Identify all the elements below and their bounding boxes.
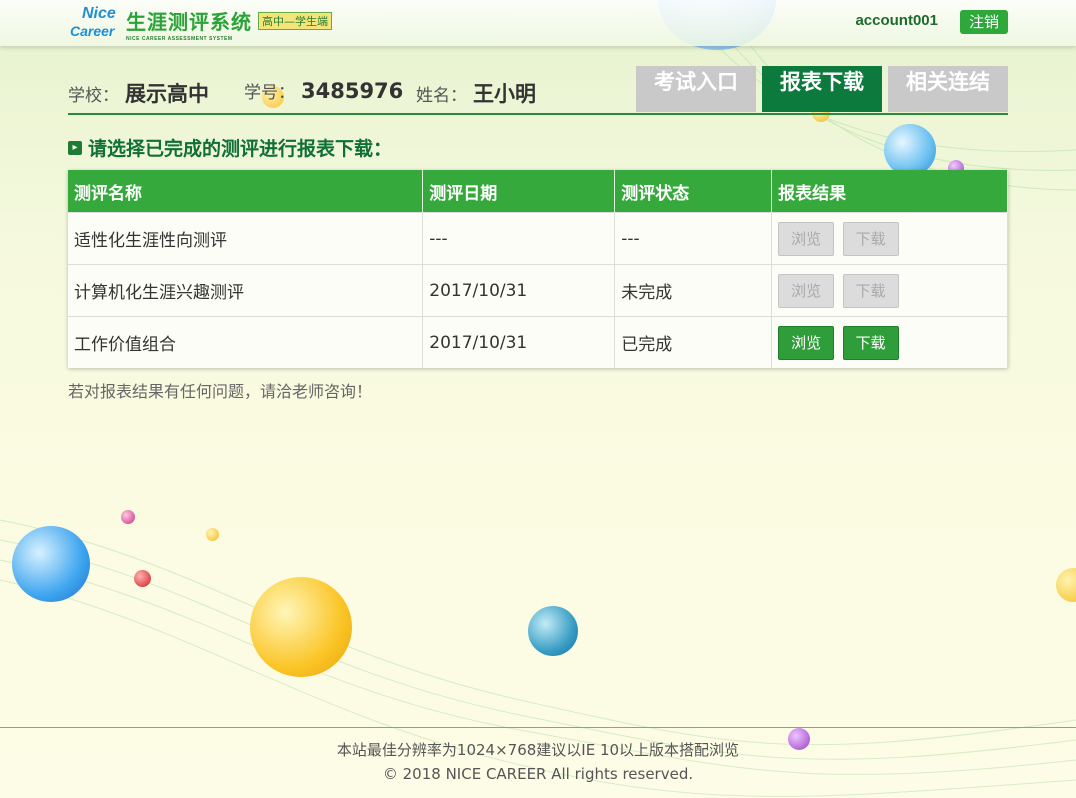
top-header: Nice Career 生涯测评系统 高中—学生端 NICE CAREER AS… [0,0,1076,46]
nav-tabs: 考试入口 报表下载 相关连结 [636,66,1008,112]
student-id-info: 学号： 3485976 [244,78,403,103]
report-actions: 浏览 下载 [771,264,1008,317]
logo-title: 生涯测评系统 [126,10,252,34]
column-header-date: 测评日期 [422,170,616,213]
ball-edge-yellow [1056,568,1076,602]
page-footer: 本站最佳分辨率为1024×768建议以IE 10以上版本搭配浏览 © 2018 … [0,727,1076,798]
assessment-name: 计算机化生涯兴趣测评 [68,264,424,317]
student-info-bar: 学校： 展示高中 学号： 3485976 姓名： 王小明 考试入口 报表下载 相… [68,66,1008,115]
table-row: 工作价值组合 2017/10/31 已完成 浏览 下载 [68,316,1008,368]
download-button[interactable]: 下载 [842,221,899,256]
tab-related-links[interactable]: 相关连结 [888,66,1008,112]
school-label: 学校： [68,86,119,106]
name-label: 姓名： [416,86,467,106]
school-value: 展示高中 [125,82,209,106]
ball-small-pink [121,510,135,524]
view-button[interactable]: 浏览 [778,221,835,256]
report-actions: 浏览 下载 [771,316,1008,368]
ball-teal [528,606,578,656]
logo-text: 生涯测评系统 高中—学生端 NICE CAREER ASSESSMENT SYS… [126,6,332,42]
view-button[interactable]: 浏览 [778,273,835,308]
account-name: account001 [855,12,938,29]
table-header-row: 测评名称 测评日期 测评状态 报表结果 [68,170,1008,213]
column-header-status: 测评状态 [614,170,773,213]
footer-copyright: © 2018 NICE CAREER All rights reserved. [382,765,694,783]
ball-small-red [134,570,151,587]
name-value: 王小明 [473,82,536,106]
chevron-right-icon: ▸ [68,140,82,155]
table-row: 适性化生涯性向测评 --- --- 浏览 下载 [68,212,1008,265]
download-button[interactable]: 下载 [842,273,899,308]
section-title-text: 请选择已完成的测评进行报表下载： [88,138,393,160]
tab-exam-entry[interactable]: 考试入口 [636,66,756,112]
download-button[interactable]: 下载 [842,325,899,360]
ball-right-blue [884,124,936,176]
assessment-date: 2017/10/31 [422,264,616,317]
report-table: 测评名称 测评日期 测评状态 报表结果 适性化生涯性向测评 --- --- 浏览… [68,170,1008,368]
ball-large-yellow [250,577,352,677]
student-id-value: 3485976 [301,79,404,103]
assessment-status: --- [614,212,773,265]
assessment-date: --- [422,212,616,265]
logout-button[interactable]: 注销 [959,10,1008,34]
nice-career-logo-mark: Nice Career [70,5,122,43]
assessment-name: 适性化生涯性向测评 [68,212,424,265]
table-row: 计算机化生涯兴趣测评 2017/10/31 未完成 浏览 下载 [68,264,1008,317]
assessment-status: 已完成 [614,316,773,368]
section-title: ▸ 请选择已完成的测评进行报表下载： [68,134,392,161]
column-header-result: 报表结果 [771,170,1008,213]
footer-resolution-note: 本站最佳分辨率为1024×768建议以IE 10以上版本搭配浏览 [336,741,740,759]
student-id-label: 学号： [244,83,295,103]
logo-subtitle: 高中—学生端 [258,11,332,30]
school-info: 学校： 展示高中 [68,78,209,108]
site-logo[interactable]: Nice Career 生涯测评系统 高中—学生端 NICE CAREER AS… [70,4,332,44]
assessment-name: 工作价值组合 [68,316,424,368]
column-header-name: 测评名称 [68,170,424,213]
report-actions: 浏览 下载 [771,212,1008,265]
assessment-status: 未完成 [614,264,773,317]
logo-english-tagline: NICE CAREER ASSESSMENT SYSTEM [126,36,233,42]
name-info: 姓名： 王小明 [416,78,536,108]
ball-left-blue [12,526,90,602]
ball-small-yellow-2 [206,528,219,541]
logo-title-row: 生涯测评系统 高中—学生端 [126,6,332,35]
help-note: 若对报表结果有任何问题，请洽老师咨询！ [68,382,373,401]
logo-brand-nice: Nice [82,5,116,22]
assessment-date: 2017/10/31 [422,316,616,368]
tab-report-download[interactable]: 报表下载 [762,66,882,112]
view-button[interactable]: 浏览 [778,325,835,360]
logo-brand-career: Career [70,23,115,39]
